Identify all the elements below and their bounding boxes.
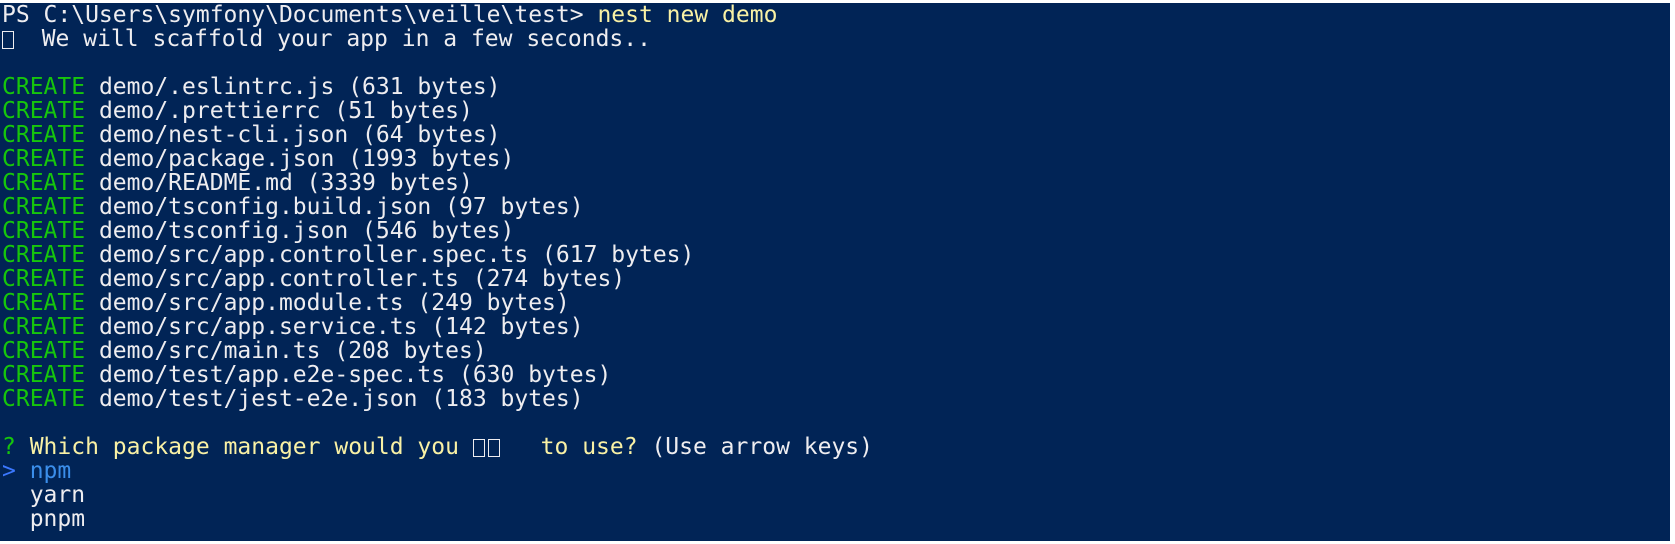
create-keyword: CREATE: [2, 386, 86, 412]
created-file: demo/README.md (3339 bytes): [85, 170, 473, 196]
created-file: demo/src/app.module.ts (249 bytes): [85, 290, 570, 316]
create-keyword: CREATE: [2, 74, 86, 100]
created-file: demo/src/app.controller.spec.ts (617 byt…: [85, 242, 695, 268]
option-pnpm[interactable]: pnpm: [0, 507, 1670, 531]
created-file: demo/src/main.ts (208 bytes): [85, 338, 487, 364]
created-file: demo/test/app.e2e-spec.ts (630 bytes): [85, 362, 612, 388]
created-file: demo/src/app.service.ts (142 bytes): [85, 314, 584, 340]
question-text-start: Which package manager would you: [29, 434, 473, 460]
create-keyword: CREATE: [2, 146, 86, 172]
created-file: demo/test/jest-e2e.json (183 bytes): [85, 386, 584, 412]
created-file: demo/tsconfig.json (546 bytes): [85, 218, 515, 244]
create-line: CREATE demo/.eslintrc.js (631 bytes): [0, 75, 1670, 99]
option-label: yarn: [29, 482, 86, 508]
scaffold-line: We will scaffold your app in a few secon…: [0, 27, 1670, 51]
unknown-glyph-icon: [487, 439, 500, 457]
create-line: CREATE demo/test/app.e2e-spec.ts (630 by…: [0, 363, 1670, 387]
prompt-question: ? Which package manager would you to use…: [0, 435, 1670, 459]
create-keyword: CREATE: [2, 122, 86, 148]
shell-prompt: PS C:\Users\symfony\Documents\veille\tes…: [2, 3, 598, 28]
create-line: CREATE demo/nest-cli.json (64 bytes): [0, 123, 1670, 147]
unknown-glyph-icon: [472, 439, 485, 457]
create-keyword: CREATE: [2, 218, 86, 244]
create-keyword: CREATE: [2, 242, 86, 268]
option-label: npm: [29, 458, 72, 484]
selection-pointer: >: [2, 458, 30, 484]
create-line: CREATE demo/tsconfig.json (546 bytes): [0, 219, 1670, 243]
created-file: demo/package.json (1993 bytes): [85, 146, 515, 172]
create-line: CREATE demo/src/app.controller.ts (274 b…: [0, 267, 1670, 291]
terminal-window[interactable]: PS C:\Users\symfony\Documents\veille\tes…: [0, 3, 1670, 541]
created-file: demo/.eslintrc.js (631 bytes): [85, 74, 501, 100]
create-line: CREATE demo/test/jest-e2e.json (183 byte…: [0, 387, 1670, 411]
created-file: demo/src/app.controller.ts (274 bytes): [85, 266, 626, 292]
create-keyword: CREATE: [2, 170, 86, 196]
created-file: demo/.prettierrc (51 bytes): [85, 98, 473, 124]
unknown-glyph-pair: [472, 435, 527, 459]
create-keyword: CREATE: [2, 98, 86, 124]
create-line: CREATE demo/README.md (3339 bytes): [0, 171, 1670, 195]
command-line: PS C:\Users\symfony\Documents\veille\tes…: [0, 3, 1670, 27]
question-text-end: to use?: [526, 434, 638, 460]
create-line: CREATE demo/src/app.controller.spec.ts (…: [0, 243, 1670, 267]
create-line: CREATE demo/src/main.ts (208 bytes): [0, 339, 1670, 363]
scaffold-message: We will scaffold your app in a few secon…: [14, 26, 651, 52]
create-keyword: CREATE: [2, 194, 86, 220]
create-keyword: CREATE: [2, 338, 86, 364]
create-keyword: CREATE: [2, 290, 86, 316]
create-line: CREATE demo/src/app.module.ts (249 bytes…: [0, 291, 1670, 315]
create-line: CREATE demo/src/app.service.ts (142 byte…: [0, 315, 1670, 339]
create-line: CREATE demo/.prettierrc (51 bytes): [0, 99, 1670, 123]
question-hint: (Use arrow keys): [637, 434, 873, 460]
option-npm[interactable]: > npm: [0, 459, 1670, 483]
command-text: nest new demo: [597, 3, 778, 28]
question-mark: ?: [2, 434, 30, 460]
create-keyword: CREATE: [2, 266, 86, 292]
create-line: CREATE demo/tsconfig.build.json (97 byte…: [0, 195, 1670, 219]
create-line: CREATE demo/package.json (1993 bytes): [0, 147, 1670, 171]
create-keyword: CREATE: [2, 362, 86, 388]
option-label: pnpm: [29, 506, 86, 532]
created-file: demo/nest-cli.json (64 bytes): [85, 122, 501, 148]
create-keyword: CREATE: [2, 314, 86, 340]
unknown-glyph-icon: [2, 31, 14, 49]
option-yarn[interactable]: yarn: [0, 483, 1670, 507]
created-file: demo/tsconfig.build.json (97 bytes): [85, 194, 584, 220]
